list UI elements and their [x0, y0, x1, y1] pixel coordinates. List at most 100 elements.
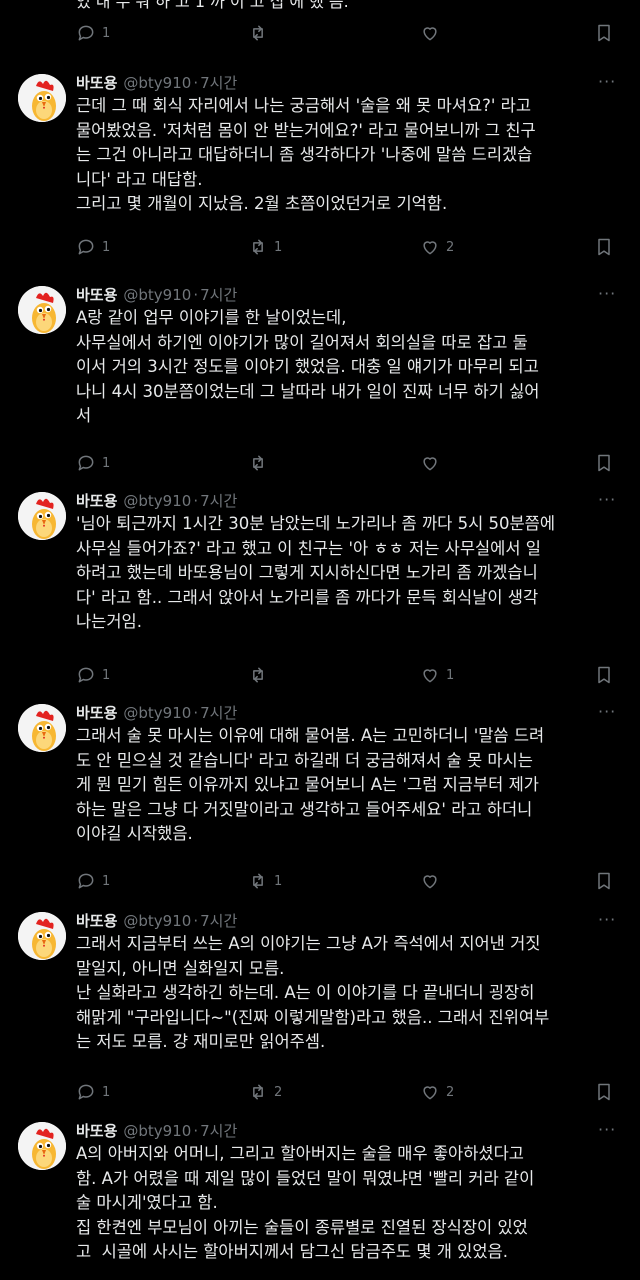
tweet-text-line: A의 아버지와 어머니, 그리고 할아버지는 술을 매우 좋아하셨다고	[76, 1144, 524, 1163]
avatar[interactable]	[18, 286, 66, 334]
reply-button[interactable]: 1	[76, 665, 110, 685]
bookmark-icon	[598, 666, 610, 684]
bookmark-button[interactable]	[594, 665, 614, 685]
tweet-text-line: 술 마시게'였다고 함.	[76, 1193, 218, 1212]
previous-tweet-actions: 1	[76, 23, 616, 47]
retweet-button[interactable]: 1	[248, 871, 282, 891]
avatar[interactable]	[18, 1122, 66, 1170]
avatar[interactable]	[18, 912, 66, 960]
handle[interactable]: @bty910	[123, 286, 191, 304]
display-name[interactable]: 바또용	[76, 74, 117, 92]
reply-button[interactable]: 1	[76, 453, 110, 473]
tweet-actions: 11	[76, 665, 616, 689]
display-name[interactable]: 바또용	[76, 1122, 117, 1140]
heart-icon	[423, 27, 437, 41]
retweet-button[interactable]	[248, 665, 274, 685]
like-button[interactable]	[420, 453, 446, 473]
chicken-avatar-art	[18, 492, 66, 540]
more-button[interactable]: ···	[598, 1120, 616, 1139]
tweet-text: 근데 그 때 회식 자리에서 나는 궁금해서 '술을 왜 못 마셔요?' 라고 물…	[76, 94, 636, 217]
tweet-actions: 1	[76, 453, 616, 477]
bookmark-button[interactable]	[594, 237, 614, 257]
more-button[interactable]: ···	[598, 490, 616, 509]
tweet-text-line: 나는거임.	[76, 612, 142, 631]
tweet-actions: 1 1 2	[76, 237, 616, 261]
reply-button[interactable]: 1	[76, 871, 110, 891]
heart-icon	[423, 241, 437, 255]
reply-button[interactable]: 1	[76, 23, 110, 43]
tweet-text-line: 난 실화라고 생각하긴 하는데. A는 이 이야기를 다 끝내더니 굉장히	[76, 983, 535, 1002]
reply-icon	[78, 239, 94, 255]
retweet-button[interactable]	[248, 23, 274, 43]
avatar[interactable]	[18, 704, 66, 752]
timestamp[interactable]: 7시간	[200, 704, 237, 722]
like-button[interactable]	[420, 871, 446, 891]
tweet-header: 바또용 @bty910 · 7시간	[76, 910, 237, 931]
tweet-text-line: 근데 그 때 회식 자리에서 나는 궁금해서 '술을 왜 못 마셔요?' 라고	[76, 96, 532, 115]
display-name[interactable]: 바또용	[76, 912, 117, 930]
timestamp[interactable]: 7시간	[200, 286, 237, 304]
retweet-button[interactable]	[248, 453, 274, 473]
more-button[interactable]: ···	[598, 910, 616, 929]
heart-icon	[423, 669, 437, 683]
retweet-button[interactable]: 2	[248, 1082, 282, 1102]
avatar[interactable]	[18, 74, 66, 122]
tweet-text-line: 니다' 라고 대답함.	[76, 169, 203, 189]
display-name[interactable]: 바또용	[76, 492, 117, 510]
more-icon: ···	[598, 1120, 617, 1139]
like-button[interactable]: 1	[420, 665, 454, 685]
separator-dot: ·	[193, 704, 199, 722]
bookmark-icon	[598, 24, 610, 42]
handle[interactable]: @bty910	[123, 912, 191, 930]
tweet-text-line: 도 안 믿으실 것 같습니다' 라고 하길래 더 궁금해져서 술 못 마시는	[76, 750, 533, 770]
handle[interactable]: @bty910	[123, 704, 191, 722]
avatar[interactable]	[18, 492, 66, 540]
like-count: 2	[446, 1084, 455, 1100]
timestamp[interactable]: 7시간	[200, 492, 237, 510]
more-button[interactable]: ···	[598, 72, 616, 91]
bookmark-button[interactable]	[594, 23, 614, 43]
bookmark-icon	[598, 238, 610, 256]
reply-icon	[78, 455, 94, 471]
display-name[interactable]: 바또용	[76, 704, 117, 722]
bookmark-button[interactable]	[594, 871, 614, 891]
tweet-text-line: A랑 같이 업무 이야기를 한 날이었는데,	[76, 308, 347, 327]
chicken-avatar-art	[18, 704, 66, 752]
tweet-text-line: 그래서 지금부터 쓰는 A의 이야기는 그냥 A가 즉석에서 지어낸 거짓	[76, 934, 541, 953]
tweet-text-line: 집 한켠엔 부모님이 아끼는 술들이 종류별로 진열된 장식장이 있었	[76, 1217, 528, 1237]
handle[interactable]: @bty910	[123, 492, 191, 510]
retweet-icon	[253, 873, 263, 889]
handle[interactable]: @bty910	[123, 74, 191, 92]
retweet-icon	[253, 1084, 263, 1100]
bookmark-icon	[598, 872, 610, 890]
timestamp[interactable]: 7시간	[200, 1122, 237, 1140]
separator-dot: ·	[193, 286, 199, 304]
like-button[interactable]: 2	[420, 1082, 454, 1102]
like-button[interactable]	[420, 23, 446, 43]
like-button[interactable]: 2	[420, 237, 454, 257]
reply-button[interactable]: 1	[76, 237, 110, 257]
display-name[interactable]: 바또용	[76, 286, 117, 304]
bookmark-button[interactable]	[594, 1082, 614, 1102]
tweet-text-line: 사무실에서 하기엔 이야기가 많이 길어져서 회의실을 따로 잡고 둘	[76, 332, 528, 352]
more-button[interactable]: ···	[598, 284, 616, 303]
more-icon: ···	[598, 490, 617, 509]
more-button[interactable]: ···	[598, 702, 616, 721]
bookmark-button[interactable]	[594, 453, 614, 473]
reply-count: 1	[102, 25, 111, 41]
handle[interactable]: @bty910	[123, 1122, 191, 1140]
more-icon: ···	[598, 72, 617, 91]
reply-icon	[78, 25, 94, 41]
timestamp[interactable]: 7시간	[200, 912, 237, 930]
chicken-avatar-art	[18, 286, 66, 334]
bookmark-icon	[598, 1083, 610, 1101]
reply-button[interactable]: 1	[76, 1082, 110, 1102]
tweet-header: 바또용 @bty910 · 7시간	[76, 490, 237, 511]
reply-icon	[78, 873, 94, 889]
timestamp[interactable]: 7시간	[200, 74, 237, 92]
retweet-icon	[253, 239, 263, 255]
reply-icon	[78, 1084, 94, 1100]
tweet-text: A랑 같이 업무 이야기를 한 날이었는데, 사무실에서 하기엔 이야기가 많이 …	[76, 306, 636, 429]
tweet-text: 그래서 지금부터 쓰는 A의 이야기는 그냥 A가 즉석에서 지어낸 거짓 말일지…	[76, 932, 636, 1055]
retweet-button[interactable]: 1	[248, 237, 282, 257]
